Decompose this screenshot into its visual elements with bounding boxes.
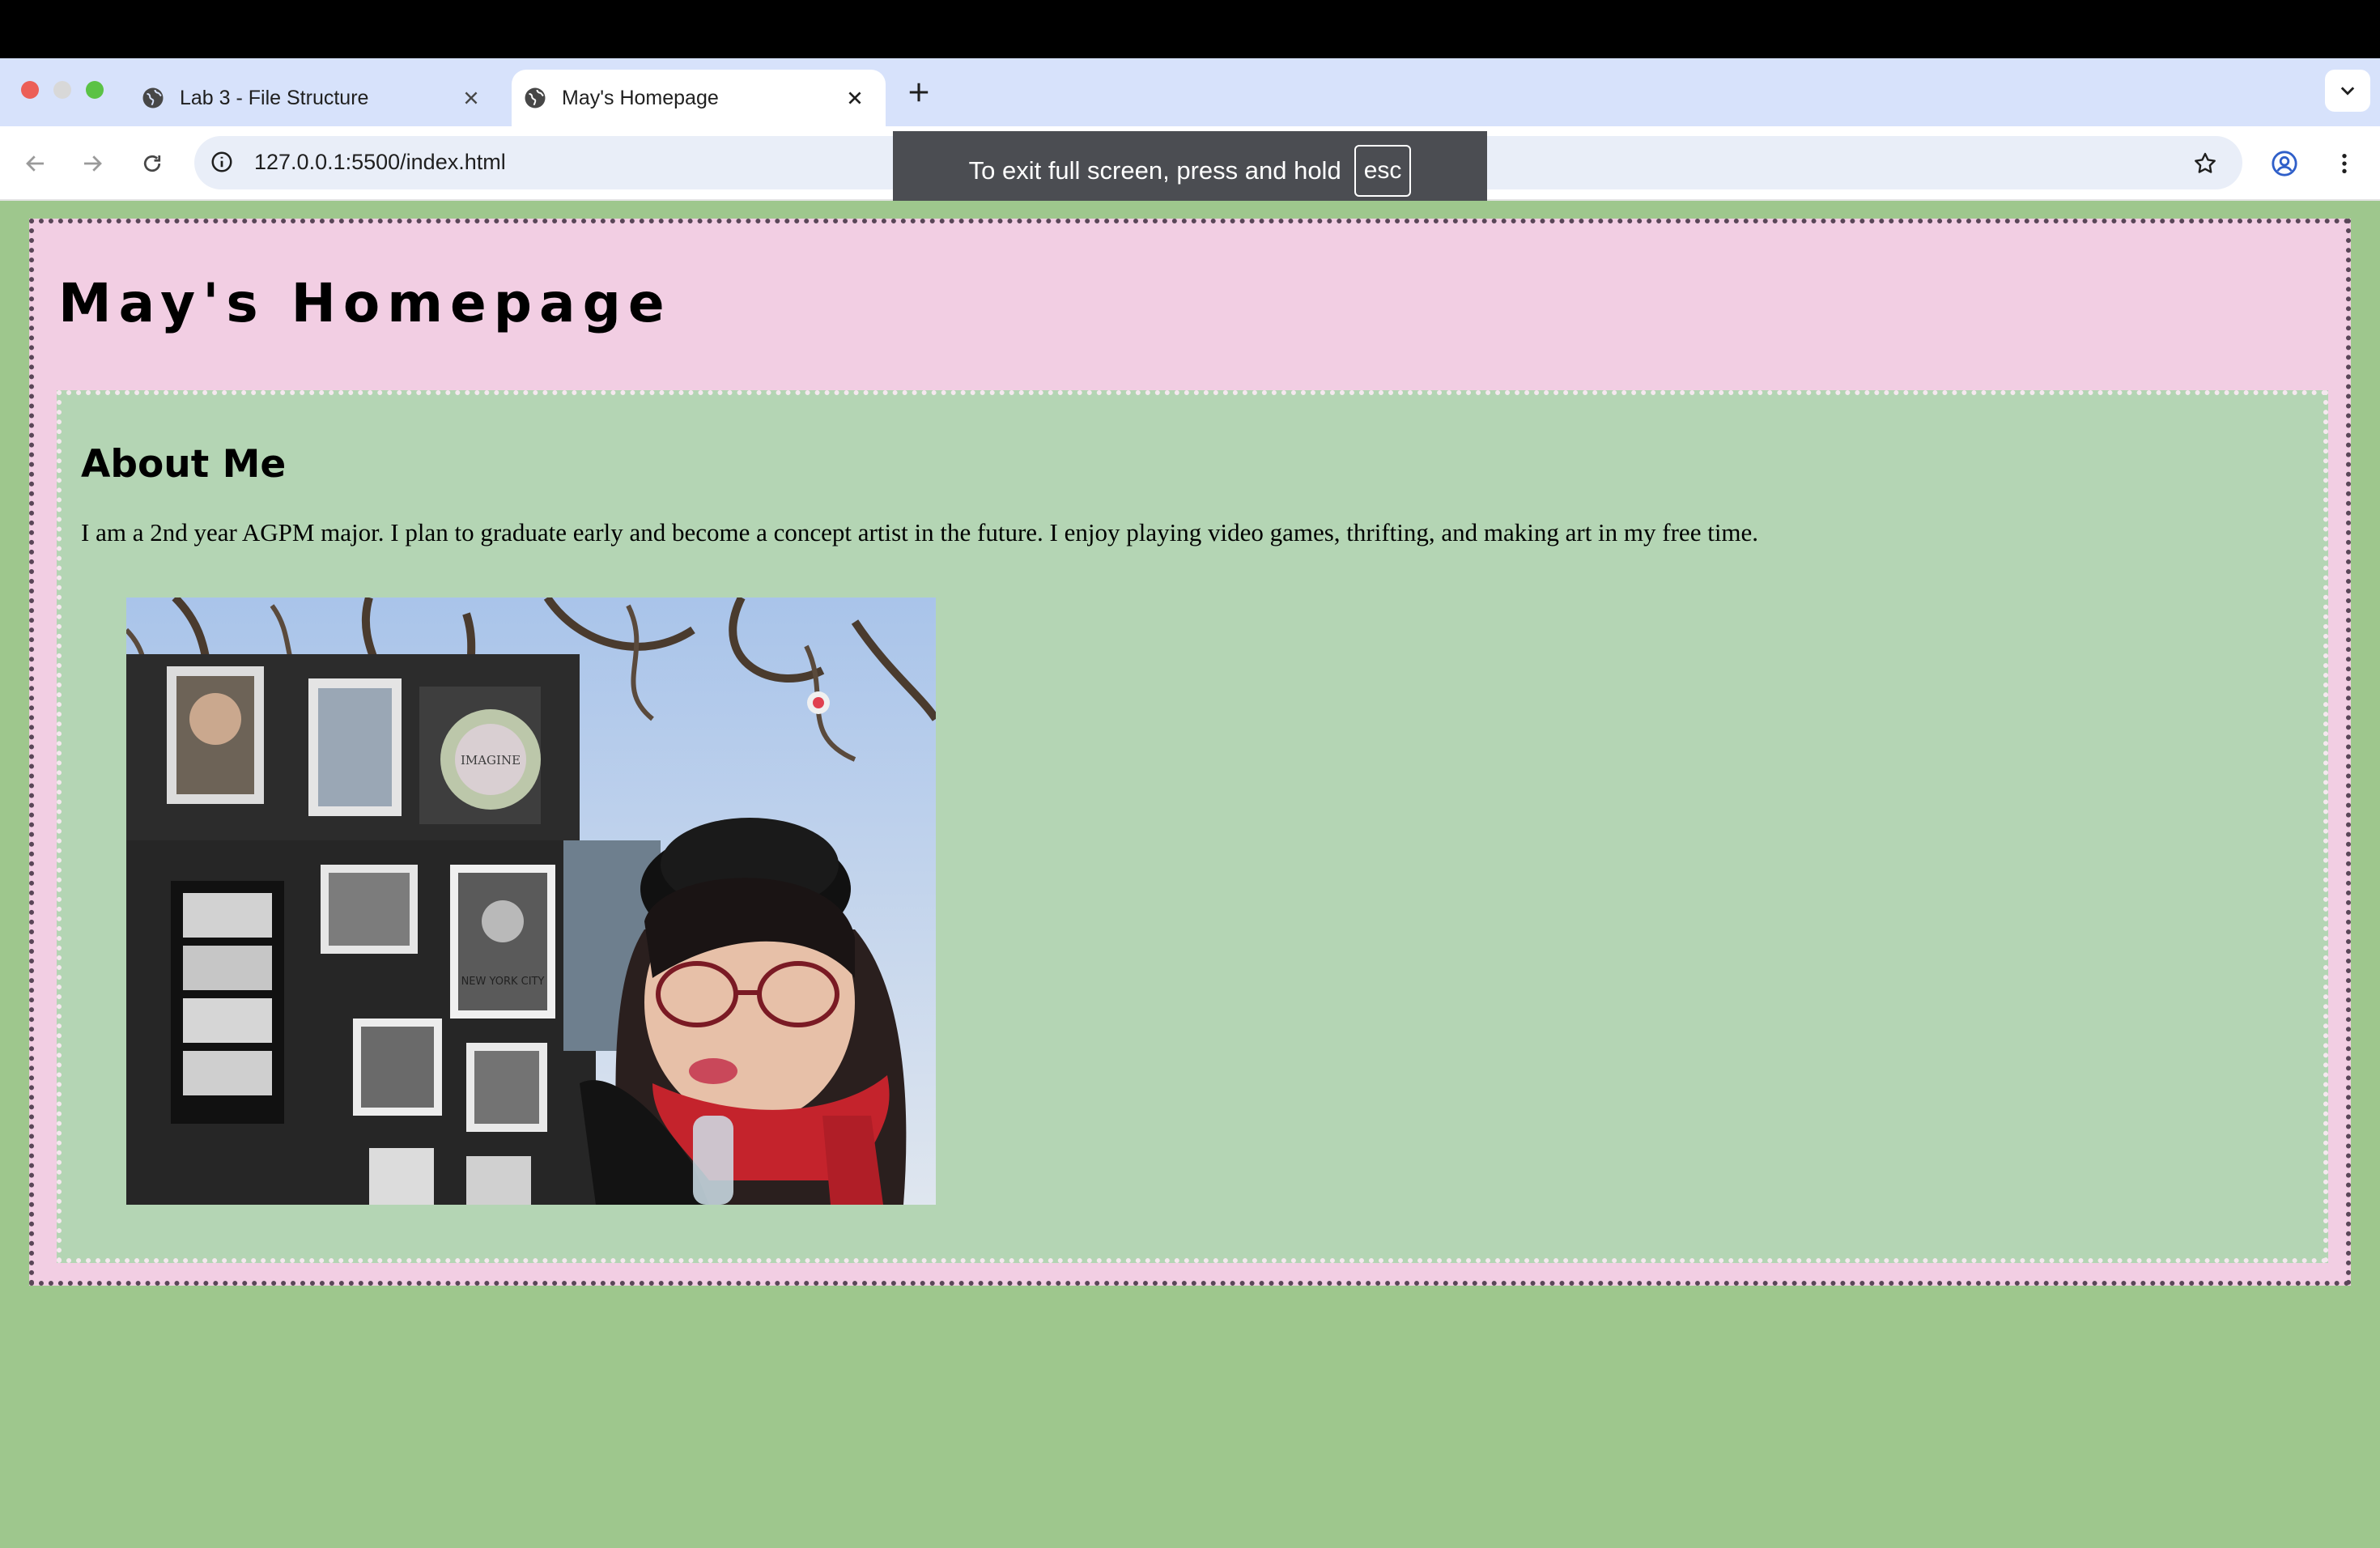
screen-top-bar (0, 0, 2380, 58)
close-window-button[interactable] (21, 81, 39, 99)
globe-icon (141, 86, 165, 110)
forward-arrow-icon (84, 155, 102, 172)
tab-lab3[interactable]: Lab 3 - File Structure (130, 70, 502, 126)
tab-mays-homepage[interactable]: May's Homepage (512, 70, 886, 126)
close-icon[interactable] (844, 87, 866, 109)
star-icon (2195, 152, 2216, 173)
bio-paragraph: I am a 2nd year AGPM major. I plan to gr… (81, 518, 1759, 546)
forward-button[interactable] (73, 144, 112, 183)
info-icon (211, 151, 232, 172)
about-heading: About Me (81, 442, 287, 487)
tab-search-button[interactable] (2325, 70, 2370, 112)
profile-photo: IMAGINE NEW YORK CITY (126, 598, 936, 1205)
imagine-poster-text: IMAGINE (461, 753, 521, 768)
tab-title: May's Homepage (562, 86, 719, 109)
reload-button[interactable] (133, 144, 172, 183)
page-title: May's Homepage (58, 272, 672, 334)
plus-icon (909, 83, 929, 102)
reload-icon (143, 155, 161, 172)
bookmark-button[interactable] (2186, 144, 2225, 183)
kebab-menu-icon (2342, 154, 2347, 173)
chevron-down-icon (2340, 87, 2355, 96)
browser-menu-button[interactable] (2325, 144, 2364, 183)
esc-key-badge: esc (1354, 145, 1412, 197)
fullscreen-window-button[interactable] (86, 81, 104, 99)
page-viewport: May's Homepage About Me I am a 2nd year … (0, 201, 2380, 1548)
about-section: About Me I am a 2nd year AGPM major. I p… (57, 390, 2328, 1263)
globe-icon (523, 86, 547, 110)
back-arrow-icon (26, 155, 44, 172)
nyc-poster-text: NEW YORK CITY (461, 976, 545, 988)
tab-title: Lab 3 - File Structure (180, 86, 369, 109)
profile-icon (2272, 151, 2297, 176)
fullscreen-notice-text: To exit full screen, press and hold (968, 156, 1341, 185)
new-tab-button[interactable] (903, 76, 935, 108)
site-info-button[interactable] (207, 147, 236, 176)
close-icon[interactable] (460, 87, 482, 109)
fullscreen-exit-notice: To exit full screen, press and hold esc (893, 131, 1487, 211)
profile-button[interactable] (2265, 144, 2304, 183)
url-text[interactable]: 127.0.0.1:5500/index.html (254, 146, 506, 178)
outer-container: May's Homepage About Me I am a 2nd year … (29, 219, 2351, 1286)
minimize-window-button[interactable] (53, 81, 71, 99)
back-button[interactable] (16, 144, 55, 183)
